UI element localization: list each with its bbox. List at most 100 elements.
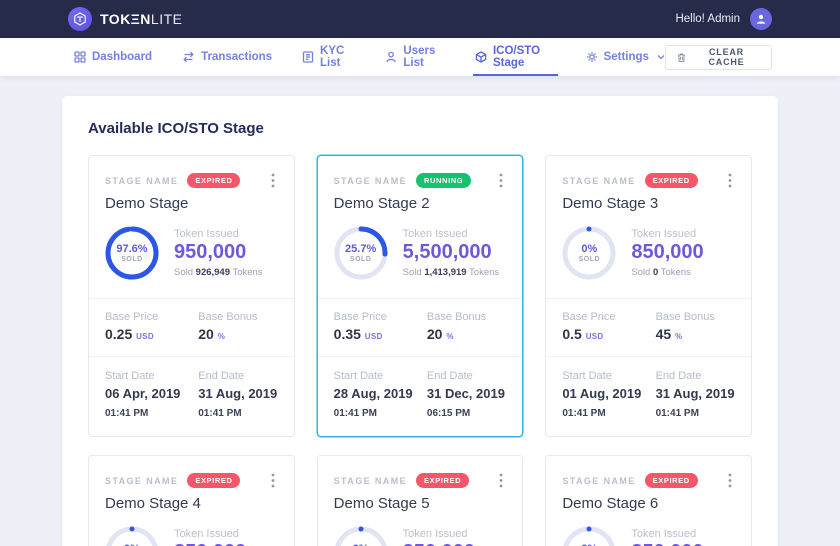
base-bonus-label: Base Bonus <box>656 311 735 323</box>
stage-title: Demo Stage 4 <box>105 495 278 512</box>
base-price-unit: USD <box>136 332 154 341</box>
stage-name-label: STAGE NAME <box>334 476 407 486</box>
start-time-value: 01:41 PM <box>105 408 148 419</box>
nav-item-ico-sto-stage[interactable]: ICO/STO Stage <box>475 38 556 76</box>
stage-title: Demo Stage 6 <box>562 495 735 512</box>
clear-cache-button[interactable]: CLEAR CACHE <box>665 45 772 70</box>
nav-item-kyc-list[interactable]: KYC List <box>302 38 355 76</box>
stage-name-label: STAGE NAME <box>334 176 407 186</box>
kebab-menu-icon <box>499 173 503 188</box>
base-bonus-unit: % <box>218 332 225 341</box>
status-badge: EXPIRED <box>187 173 240 188</box>
token-issued-value: 850,000 <box>174 541 246 546</box>
trash-icon <box>677 52 686 63</box>
sold-progress-ring: 0% SOLD <box>334 526 388 546</box>
status-badge: EXPIRED <box>645 173 698 188</box>
stage-name-label: STAGE NAME <box>105 176 178 186</box>
base-price-label: Base Price <box>334 311 427 323</box>
card-menu-button[interactable] <box>268 471 278 490</box>
base-price-value: 0.35 USD <box>334 326 427 342</box>
end-time-value: 01:41 PM <box>198 408 241 419</box>
tokenlite-logo-icon <box>68 7 92 31</box>
base-bonus-unit: % <box>675 332 682 341</box>
status-badge: RUNNING <box>416 173 471 188</box>
card-menu-button[interactable] <box>496 171 506 190</box>
top-navbar: TOKΞNLITE Hello! Admin <box>0 0 840 38</box>
gear-icon <box>586 51 598 63</box>
stage-card: STAGE NAME EXPIRED Demo Stage 6 0% SOLD <box>545 455 752 546</box>
card-menu-button[interactable] <box>725 171 735 190</box>
base-price-value: 0.5 USD <box>562 326 655 342</box>
status-badge: EXPIRED <box>645 473 698 488</box>
base-bonus-value: 20 % <box>427 326 506 342</box>
stage-card: STAGE NAME EXPIRED Demo Stage 5 0% SOLD <box>317 455 524 546</box>
base-bonus-label: Base Bonus <box>198 311 277 323</box>
nav-item-settings[interactable]: Settings <box>586 38 665 76</box>
kebab-menu-icon <box>728 473 732 488</box>
clear-cache-label: CLEAR CACHE <box>693 47 760 67</box>
greeting-text: Hello! Admin <box>675 13 740 25</box>
sold-progress-ring: 0% SOLD <box>562 226 616 280</box>
base-price-label: Base Price <box>562 311 655 323</box>
stage-cards-grid: STAGE NAME EXPIRED Demo Stage 97.6% SOL <box>88 155 752 546</box>
token-issued-label: Token Issued <box>631 228 703 240</box>
sold-progress-ring: 0% SOLD <box>105 526 159 546</box>
base-price-label: Base Price <box>105 311 198 323</box>
start-date-label: Start Date <box>562 370 655 382</box>
nav-item-users-list[interactable]: Users List <box>385 38 445 76</box>
stage-name-label: STAGE NAME <box>105 476 178 486</box>
sold-caption: SOLD <box>579 256 600 263</box>
kebab-menu-icon <box>271 173 275 188</box>
cube-icon <box>475 51 487 63</box>
end-time-value: 01:41 PM <box>656 408 699 419</box>
base-price-unit: USD <box>586 332 604 341</box>
token-issued-label: Token Issued <box>174 228 263 240</box>
sold-tokens-value: 0 <box>653 267 658 278</box>
sold-caption: SOLD <box>121 256 142 263</box>
nav-item-dashboard[interactable]: Dashboard <box>74 38 152 76</box>
nav-label: ICO/STO Stage <box>493 45 556 69</box>
status-badge: EXPIRED <box>416 473 469 488</box>
user-avatar[interactable] <box>750 8 772 30</box>
card-menu-button[interactable] <box>496 471 506 490</box>
document-list-icon <box>302 51 314 63</box>
sold-tokens-line: Sold 1,413,919 Tokens <box>403 267 500 278</box>
start-date-value: 06 Apr, 2019 01:41 PM <box>105 385 198 420</box>
nav-item-transactions[interactable]: Transactions <box>182 38 272 76</box>
brand-name-light: LITE <box>151 11 183 27</box>
status-badge: EXPIRED <box>187 473 240 488</box>
stage-title: Demo Stage 3 <box>562 195 735 212</box>
nav-label: KYC List <box>320 45 355 69</box>
main-navigation: Dashboard Transactions KYC List Users Li… <box>0 38 840 76</box>
stage-name-label: STAGE NAME <box>562 176 635 186</box>
start-date-label: Start Date <box>105 370 198 382</box>
sold-tokens-value: 926,949 <box>196 267 230 278</box>
card-menu-button[interactable] <box>268 171 278 190</box>
start-date-value: 28 Aug, 2019 01:41 PM <box>334 385 427 420</box>
sold-tokens-line: Sold 0 Tokens <box>631 267 703 278</box>
card-menu-button[interactable] <box>725 471 735 490</box>
sold-progress-ring: 97.6% SOLD <box>105 226 159 280</box>
sold-tokens-value: 1,413,919 <box>424 267 466 278</box>
content-area: Available ICO/STO Stage STAGE NAME EXPIR… <box>0 76 840 546</box>
user-icon <box>385 51 397 63</box>
base-bonus-value: 20 % <box>198 326 277 342</box>
kebab-menu-icon <box>271 473 275 488</box>
end-time-value: 06:15 PM <box>427 408 470 419</box>
brand-logo[interactable]: TOKΞNLITE <box>68 7 183 31</box>
stage-card: STAGE NAME RUNNING Demo Stage 2 25.7% S <box>317 155 524 437</box>
sold-tokens-line: Sold 926,949 Tokens <box>174 267 263 278</box>
grid-icon <box>74 51 86 63</box>
stage-card: STAGE NAME EXPIRED Demo Stage 97.6% SOL <box>88 155 295 437</box>
base-price-unit: USD <box>365 332 383 341</box>
token-issued-value: 5,500,000 <box>403 241 500 264</box>
end-date-label: End Date <box>198 370 277 382</box>
base-bonus-unit: % <box>446 332 453 341</box>
token-issued-value: 850,000 <box>631 241 703 264</box>
start-date-label: Start Date <box>334 370 427 382</box>
chevron-down-icon <box>657 54 665 60</box>
sold-progress-ring: 0% SOLD <box>562 526 616 546</box>
end-date-value: 31 Aug, 2019 01:41 PM <box>656 385 735 420</box>
token-issued-label: Token Issued <box>174 528 246 540</box>
person-icon <box>755 13 767 25</box>
